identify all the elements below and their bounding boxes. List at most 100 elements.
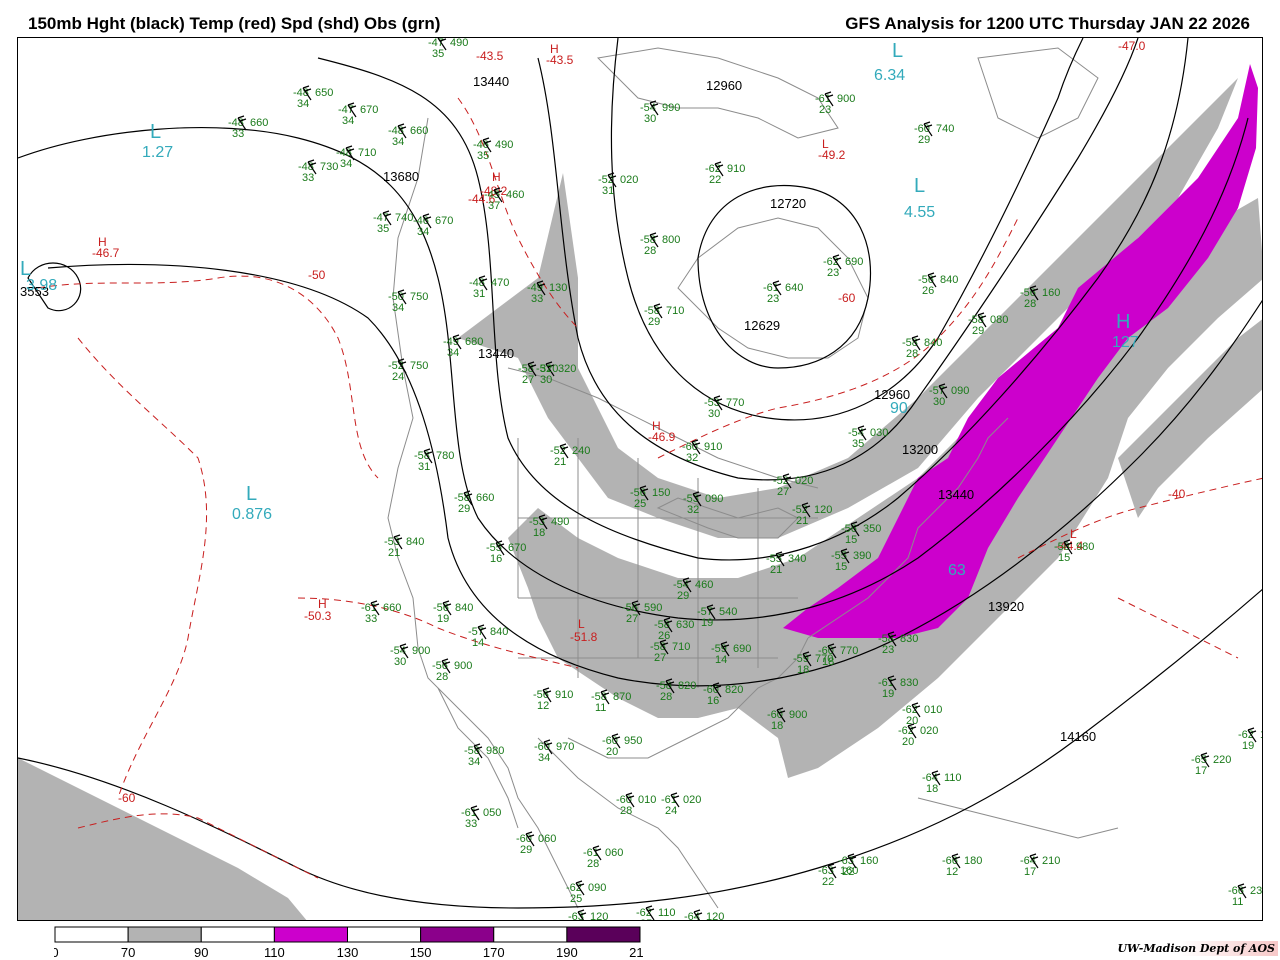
station-height: 460	[506, 189, 524, 201]
height-label: 12629	[744, 318, 780, 333]
colorbar-tick-label: 210	[629, 945, 644, 958]
station-height: 020	[620, 174, 638, 186]
station-plot: -62 09025	[566, 880, 606, 905]
station-height: 710	[666, 305, 684, 317]
station-plot: -54 90030	[390, 643, 430, 668]
station-dewpoint: 19	[437, 613, 449, 625]
station-plot: -56 90028	[432, 658, 472, 683]
station-plot: -61 66033	[361, 600, 401, 625]
station-height: 030	[870, 427, 888, 439]
station-dewpoint: 37	[488, 200, 500, 212]
station-height: 820	[678, 680, 696, 692]
station-height: 490	[495, 139, 513, 151]
station-plot: -62 02020	[898, 723, 938, 748]
station-plot: -52 02031	[598, 172, 638, 197]
colorbar-tick-label: 190	[556, 945, 578, 958]
station-dewpoint: 30	[394, 656, 406, 668]
station-plot: -58 66029	[454, 490, 494, 515]
station-dewpoint: 35	[432, 48, 444, 60]
station-height: 900	[837, 93, 855, 105]
station-plot: -48 47031	[469, 275, 509, 300]
station-height: 060	[538, 833, 556, 845]
station-plot: -60 01028	[616, 792, 656, 817]
station-dewpoint: 20	[902, 736, 914, 748]
low-marker: L	[892, 40, 903, 62]
station-dewpoint: 31	[473, 288, 485, 300]
station-height: 470	[491, 277, 509, 289]
station-plot: -58 78031	[414, 448, 454, 473]
station-height: 340	[788, 553, 806, 565]
station-height: 830	[900, 633, 918, 645]
station-dewpoint: 25	[570, 893, 582, 905]
station-plot: -60 74029	[914, 121, 954, 146]
station-plot: -64 21017	[1020, 853, 1060, 878]
colorbar-tick-label: 90	[194, 945, 208, 958]
station-plot: -61 02024	[661, 792, 701, 817]
speed-colorbar: 0 70 90 110 130 150 170 190 210	[54, 926, 644, 958]
colorbar-box	[54, 926, 129, 943]
station-height: 140	[1260, 729, 1263, 741]
station-height: 660	[383, 602, 401, 614]
isotherm-atlantic	[1117, 597, 1239, 659]
height-label: 13920	[988, 599, 1024, 614]
station-height: 830	[900, 677, 918, 689]
station-dewpoint: 24	[392, 371, 404, 383]
isotherm-west	[37, 275, 379, 479]
station-dewpoint: 30	[540, 374, 552, 386]
station-height: 160	[1042, 287, 1060, 299]
station-height: 690	[733, 643, 751, 655]
station-plot: -6214019	[1238, 727, 1263, 752]
station-height: 750	[410, 291, 428, 303]
station-dewpoint: 26	[922, 285, 934, 297]
station-plot: -48 66033	[228, 115, 268, 140]
height-label: 13440	[478, 346, 514, 361]
station-height: 540	[719, 606, 737, 618]
station-dewpoint: 22	[842, 866, 854, 878]
station-dewpoint: 27	[626, 613, 638, 625]
station-plot: -6412025	[684, 909, 724, 920]
station-dewpoint: 18	[926, 783, 938, 795]
colorbar-box	[200, 926, 275, 943]
temp-label: -50	[308, 268, 326, 282]
station-height: 840	[406, 536, 424, 548]
station-height: 900	[454, 660, 472, 672]
station-dewpoint: 14	[715, 654, 727, 666]
station-dewpoint: 25	[640, 918, 652, 921]
station-dewpoint: 18	[822, 656, 834, 668]
station-height: 020	[795, 475, 813, 487]
weather-map[interactable]: 13440 12960 13680 12720 12629 13440 1296…	[17, 37, 1263, 921]
station-height: 350	[863, 523, 881, 535]
station-height: 130	[549, 282, 567, 294]
colorbar-box	[420, 926, 495, 943]
station-dewpoint: 29	[677, 590, 689, 602]
station-height: 110	[658, 907, 676, 919]
station-height: 210	[1042, 855, 1060, 867]
analysis-time: GFS Analysis for 1200 UTC Thursday JAN 2…	[845, 14, 1250, 33]
station-dewpoint: 14	[472, 637, 484, 649]
station-dewpoint: 32	[687, 504, 699, 516]
station-height: 080	[990, 314, 1008, 326]
station-height: 910	[704, 441, 722, 453]
station-dewpoint: 23	[882, 644, 894, 656]
station-temp: -63	[568, 911, 584, 921]
center-value: 90	[890, 400, 908, 417]
colorbar-tick-label: 70	[121, 945, 135, 958]
colorbar-tick-label: 130	[337, 945, 359, 958]
station-height: 120	[814, 504, 832, 516]
center-value: 0.876	[232, 506, 272, 523]
station-dewpoint: 30	[644, 113, 656, 125]
station-dewpoint: 31	[418, 461, 430, 473]
station-height: 770	[840, 645, 858, 657]
station-height: 870	[613, 691, 631, 703]
station-plot: -60 91032	[682, 439, 722, 464]
station-height: 910	[727, 163, 745, 175]
greenland	[977, 47, 1099, 139]
station-dewpoint: 22	[709, 174, 721, 186]
station-height: 150	[652, 487, 670, 499]
station-plot: -61 64023	[763, 280, 803, 305]
station-height: 840	[940, 274, 958, 286]
station-height: 660	[250, 117, 268, 129]
station-dewpoint: 16	[707, 695, 719, 707]
high-marker: H	[1116, 311, 1130, 333]
station-dewpoint: 29	[918, 134, 930, 146]
